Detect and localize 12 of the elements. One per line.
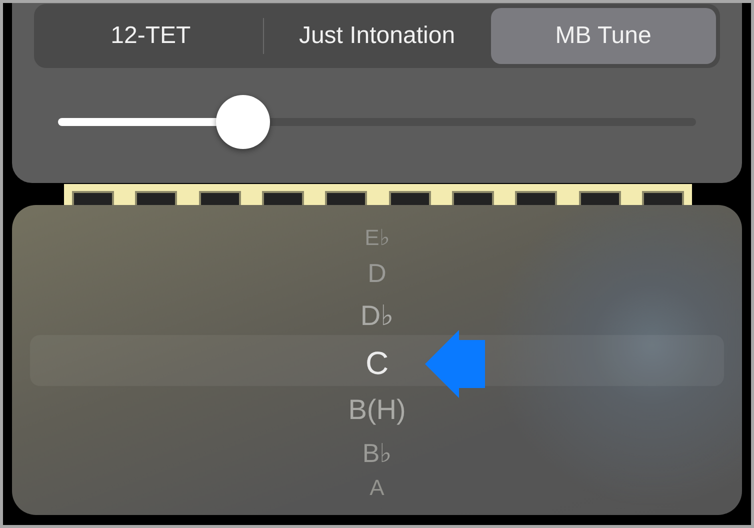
key-option[interactable]: B(H) [340,387,414,433]
key-option[interactable]: D [360,253,394,293]
arrow-icon [425,330,485,398]
tuning-tab[interactable]: 12-TET [38,8,264,64]
tuning-tab[interactable]: MB Tune [490,8,716,64]
slider-thumb[interactable] [216,95,270,149]
key-option[interactable]: C [357,339,397,387]
key-option[interactable]: A [362,473,392,503]
tuning-tab[interactable]: Just Intonation [264,8,490,64]
key-option[interactable]: D♭ [352,293,402,339]
key-option[interactable]: B♭ [354,433,400,473]
slider[interactable] [58,95,696,149]
